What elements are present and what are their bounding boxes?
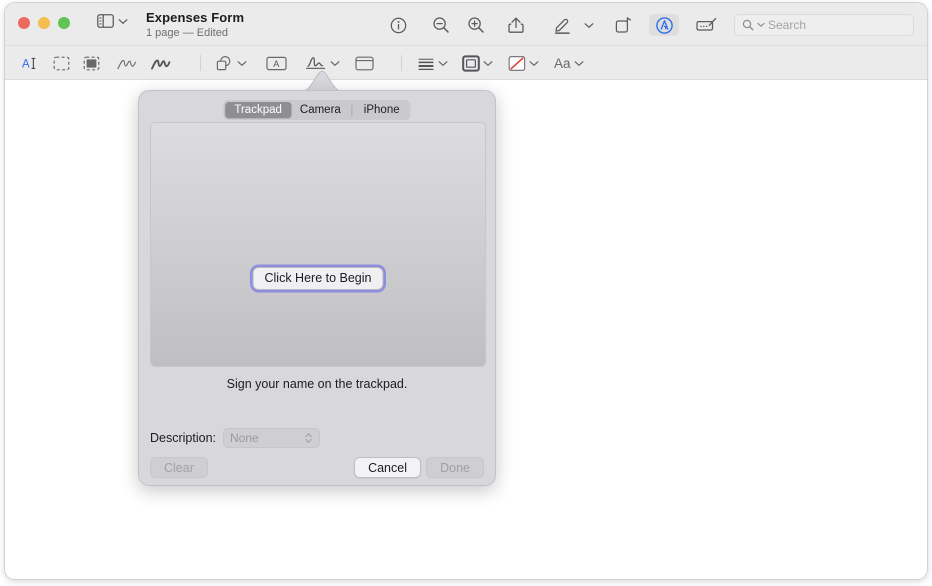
description-popup-button[interactable]: None <box>223 428 320 448</box>
shape-style-tool[interactable] <box>417 51 448 75</box>
zoom-out-button[interactable] <box>426 14 456 36</box>
text-style-aa-icon: Aa <box>554 56 571 71</box>
sidebar-toggle-button[interactable] <box>97 14 128 28</box>
annotate-button[interactable] <box>692 14 722 36</box>
chevron-down-icon <box>757 22 765 28</box>
pen-options-chevron-button[interactable] <box>579 14 599 36</box>
sidebar-icon <box>97 14 114 28</box>
done-button[interactable]: Done <box>426 457 484 478</box>
note-icon <box>355 56 374 71</box>
chevron-down-icon <box>330 60 340 67</box>
tab-camera[interactable]: Camera <box>291 102 350 118</box>
search-input[interactable]: Search <box>768 18 806 32</box>
tab-iphone[interactable]: iPhone <box>355 102 409 118</box>
markup-toolbar: A <box>5 46 927 80</box>
close-button[interactable] <box>18 17 30 29</box>
signature-hint-text: Sign your name on the trackpad. <box>139 377 495 391</box>
chevron-down-icon <box>118 18 128 25</box>
rectangular-selection-tool[interactable] <box>49 51 73 75</box>
fill-color-tool[interactable] <box>508 51 539 75</box>
window-titlebar: Expenses Form 1 page — Edited <box>5 3 927 46</box>
chevron-updown-icon <box>304 432 313 445</box>
markup-circle-icon <box>655 16 674 35</box>
description-label: Description: <box>150 431 216 445</box>
text-cursor-icon: A <box>21 55 41 72</box>
zoom-in-icon <box>467 16 485 34</box>
info-button[interactable] <box>383 14 413 36</box>
signature-tool[interactable] <box>305 51 340 75</box>
zoom-in-button[interactable] <box>461 14 491 36</box>
markup-separator <box>401 55 402 71</box>
text-selection-tool[interactable]: A <box>19 51 43 75</box>
tab-divider <box>352 105 353 116</box>
svg-text:A: A <box>273 59 280 69</box>
tab-trackpad[interactable]: Trackpad <box>225 102 291 118</box>
note-tool[interactable] <box>352 51 376 75</box>
rotate-button[interactable] <box>608 14 638 36</box>
info-icon <box>390 17 407 34</box>
document-status: 1 page — Edited <box>146 27 244 40</box>
chevron-down-icon <box>483 60 493 67</box>
search-field[interactable]: Search <box>734 14 914 36</box>
zoom-button[interactable] <box>58 17 70 29</box>
text-box-icon: A <box>266 56 287 71</box>
chevron-down-icon <box>584 22 594 29</box>
search-icon <box>742 19 754 31</box>
trackpad-signing-area[interactable]: Click Here to Begin <box>150 122 486 367</box>
text-style-tool[interactable]: Aa <box>554 51 584 75</box>
clear-button[interactable]: Clear <box>150 457 208 478</box>
markup-pen-button[interactable] <box>547 14 577 36</box>
signature-popover: Trackpad Camera iPhone Click Here to Beg… <box>138 90 496 486</box>
markup-toggle-button[interactable] <box>649 14 679 36</box>
chevron-down-icon <box>438 60 448 67</box>
minimize-button[interactable] <box>38 17 50 29</box>
draw-tool[interactable] <box>148 51 172 75</box>
markup-separator <box>200 55 201 71</box>
share-icon <box>508 16 524 34</box>
chevron-down-icon <box>529 60 539 67</box>
signature-pad-icon <box>696 17 718 33</box>
svg-text:A: A <box>22 58 30 70</box>
no-fill-icon <box>508 55 526 72</box>
signature-source-tabs: Trackpad Camera iPhone <box>223 100 410 120</box>
toolbar-icons <box>383 14 722 36</box>
description-row: Description: None <box>150 428 320 448</box>
chevron-down-icon <box>237 60 247 67</box>
preview-window: Expenses Form 1 page — Edited <box>4 2 928 580</box>
dashed-rectangle-icon <box>53 56 70 71</box>
draw-squiggle-icon <box>150 55 171 72</box>
sketch-tool[interactable] <box>114 51 138 75</box>
chevron-down-icon <box>574 60 584 67</box>
app-root: Expenses Form 1 page — Edited <box>0 0 932 586</box>
signature-icon <box>305 55 327 72</box>
border-color-tool[interactable] <box>462 51 493 75</box>
description-value: None <box>230 431 259 445</box>
instant-alpha-tool[interactable] <box>79 51 103 75</box>
cancel-button[interactable]: Cancel <box>354 457 421 478</box>
traffic-lights <box>18 17 70 29</box>
click-here-to-begin-button[interactable]: Click Here to Begin <box>253 267 384 290</box>
instant-alpha-icon <box>83 56 100 71</box>
page-title: Expenses Form <box>146 10 244 25</box>
border-color-icon <box>462 55 480 72</box>
stepper-arrows-icon <box>304 432 313 445</box>
zoom-out-icon <box>432 16 450 34</box>
shapes-tool[interactable] <box>215 51 247 75</box>
sketch-squiggle-icon <box>116 55 137 72</box>
text-box-tool[interactable]: A <box>264 51 288 75</box>
pen-underline-icon <box>553 16 572 35</box>
rotate-icon <box>614 16 633 35</box>
popover-footer: Clear Cancel Done <box>139 457 495 487</box>
line-weight-icon <box>417 56 435 71</box>
share-button[interactable] <box>501 14 531 36</box>
document-title-block: Expenses Form 1 page — Edited <box>146 10 244 40</box>
shapes-icon <box>215 55 234 72</box>
